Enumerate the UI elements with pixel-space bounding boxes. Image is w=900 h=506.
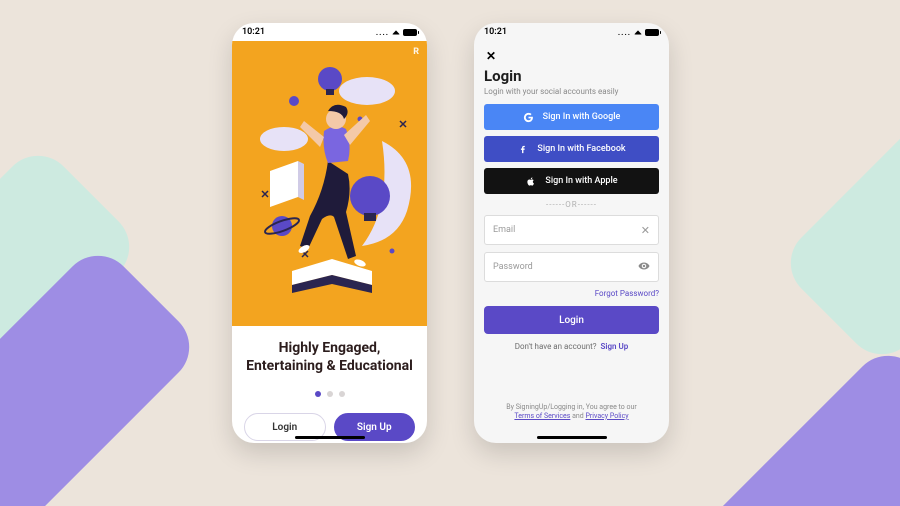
page-dot-2[interactable] [327,391,333,397]
apple-signin-button[interactable]: Sign In with Apple [484,168,659,194]
apple-icon [525,175,537,187]
page-dot-3[interactable] [339,391,345,397]
facebook-signin-label: Sign In with Facebook [537,144,625,154]
battery-icon [645,29,659,36]
clear-icon[interactable]: ✕ [641,224,650,237]
apple-signin-label: Sign In with Apple [545,176,617,186]
privacy-link[interactable]: Privacy Policy [586,412,629,420]
google-icon [523,111,535,123]
close-icon[interactable]: ✕ [484,43,659,67]
login-subtitle: Login with your social accounts easily [484,87,659,96]
signup-link[interactable]: Sign Up [601,342,629,351]
legal-prefix: By SigningUp/Logging in, You agree to ou… [474,403,669,412]
forgot-password-link[interactable]: Forgot Password? [484,289,659,298]
home-indicator [537,436,607,439]
page-indicator[interactable] [232,379,427,403]
password-field[interactable]: Password [484,252,659,282]
status-indicators: .... [376,28,417,37]
login-screen: 10:21 .... ✕ Login Login with your socia… [474,23,669,443]
cellular-icon: .... [376,28,389,37]
status-time: 10:21 [242,27,265,37]
bg-shape-teal-right [776,51,900,369]
login-submit-button[interactable]: Login [484,306,659,334]
login-title: Login [484,67,659,85]
terms-link[interactable]: Terms of Services [514,412,570,420]
password-placeholder: Password [493,262,533,272]
email-field[interactable]: Email ✕ [484,215,659,245]
page-dot-1[interactable] [315,391,321,397]
status-indicators: .... [618,28,659,37]
wifi-icon [392,30,400,34]
or-divider: ------OR------ [484,200,659,209]
google-signin-button[interactable]: Sign In with Google [484,104,659,130]
battery-icon [403,29,417,36]
eye-icon[interactable] [638,260,650,275]
facebook-signin-button[interactable]: Sign In with Facebook [484,136,659,162]
signup-prompt: Don't have an account? Sign Up [484,342,659,351]
facebook-icon [517,143,529,155]
status-time: 10:21 [484,27,507,37]
app-logo-icon: R [413,47,419,57]
tagline-line-2: Entertaining & Educational [244,358,415,376]
wifi-icon [634,30,642,34]
legal-text: By SigningUp/Logging in, You agree to ou… [474,403,669,421]
email-placeholder: Email [493,225,515,235]
tagline-line-1: Highly Engaged, [244,340,415,358]
bg-shape-purple-right [676,341,900,506]
onboarding-tagline: Highly Engaged, Entertaining & Education… [232,326,427,379]
hero-illustration: R [232,41,427,326]
status-bar: 10:21 .... [232,23,427,41]
cellular-icon: .... [618,28,631,37]
google-signin-label: Sign In with Google [543,112,621,122]
signup-prompt-text: Don't have an account? [515,342,597,351]
legal-and: and [572,412,584,420]
home-indicator [295,436,365,439]
hero-svg [232,41,427,326]
onboarding-screen: 10:21 .... R [232,23,427,443]
status-bar: 10:21 .... [474,23,669,41]
